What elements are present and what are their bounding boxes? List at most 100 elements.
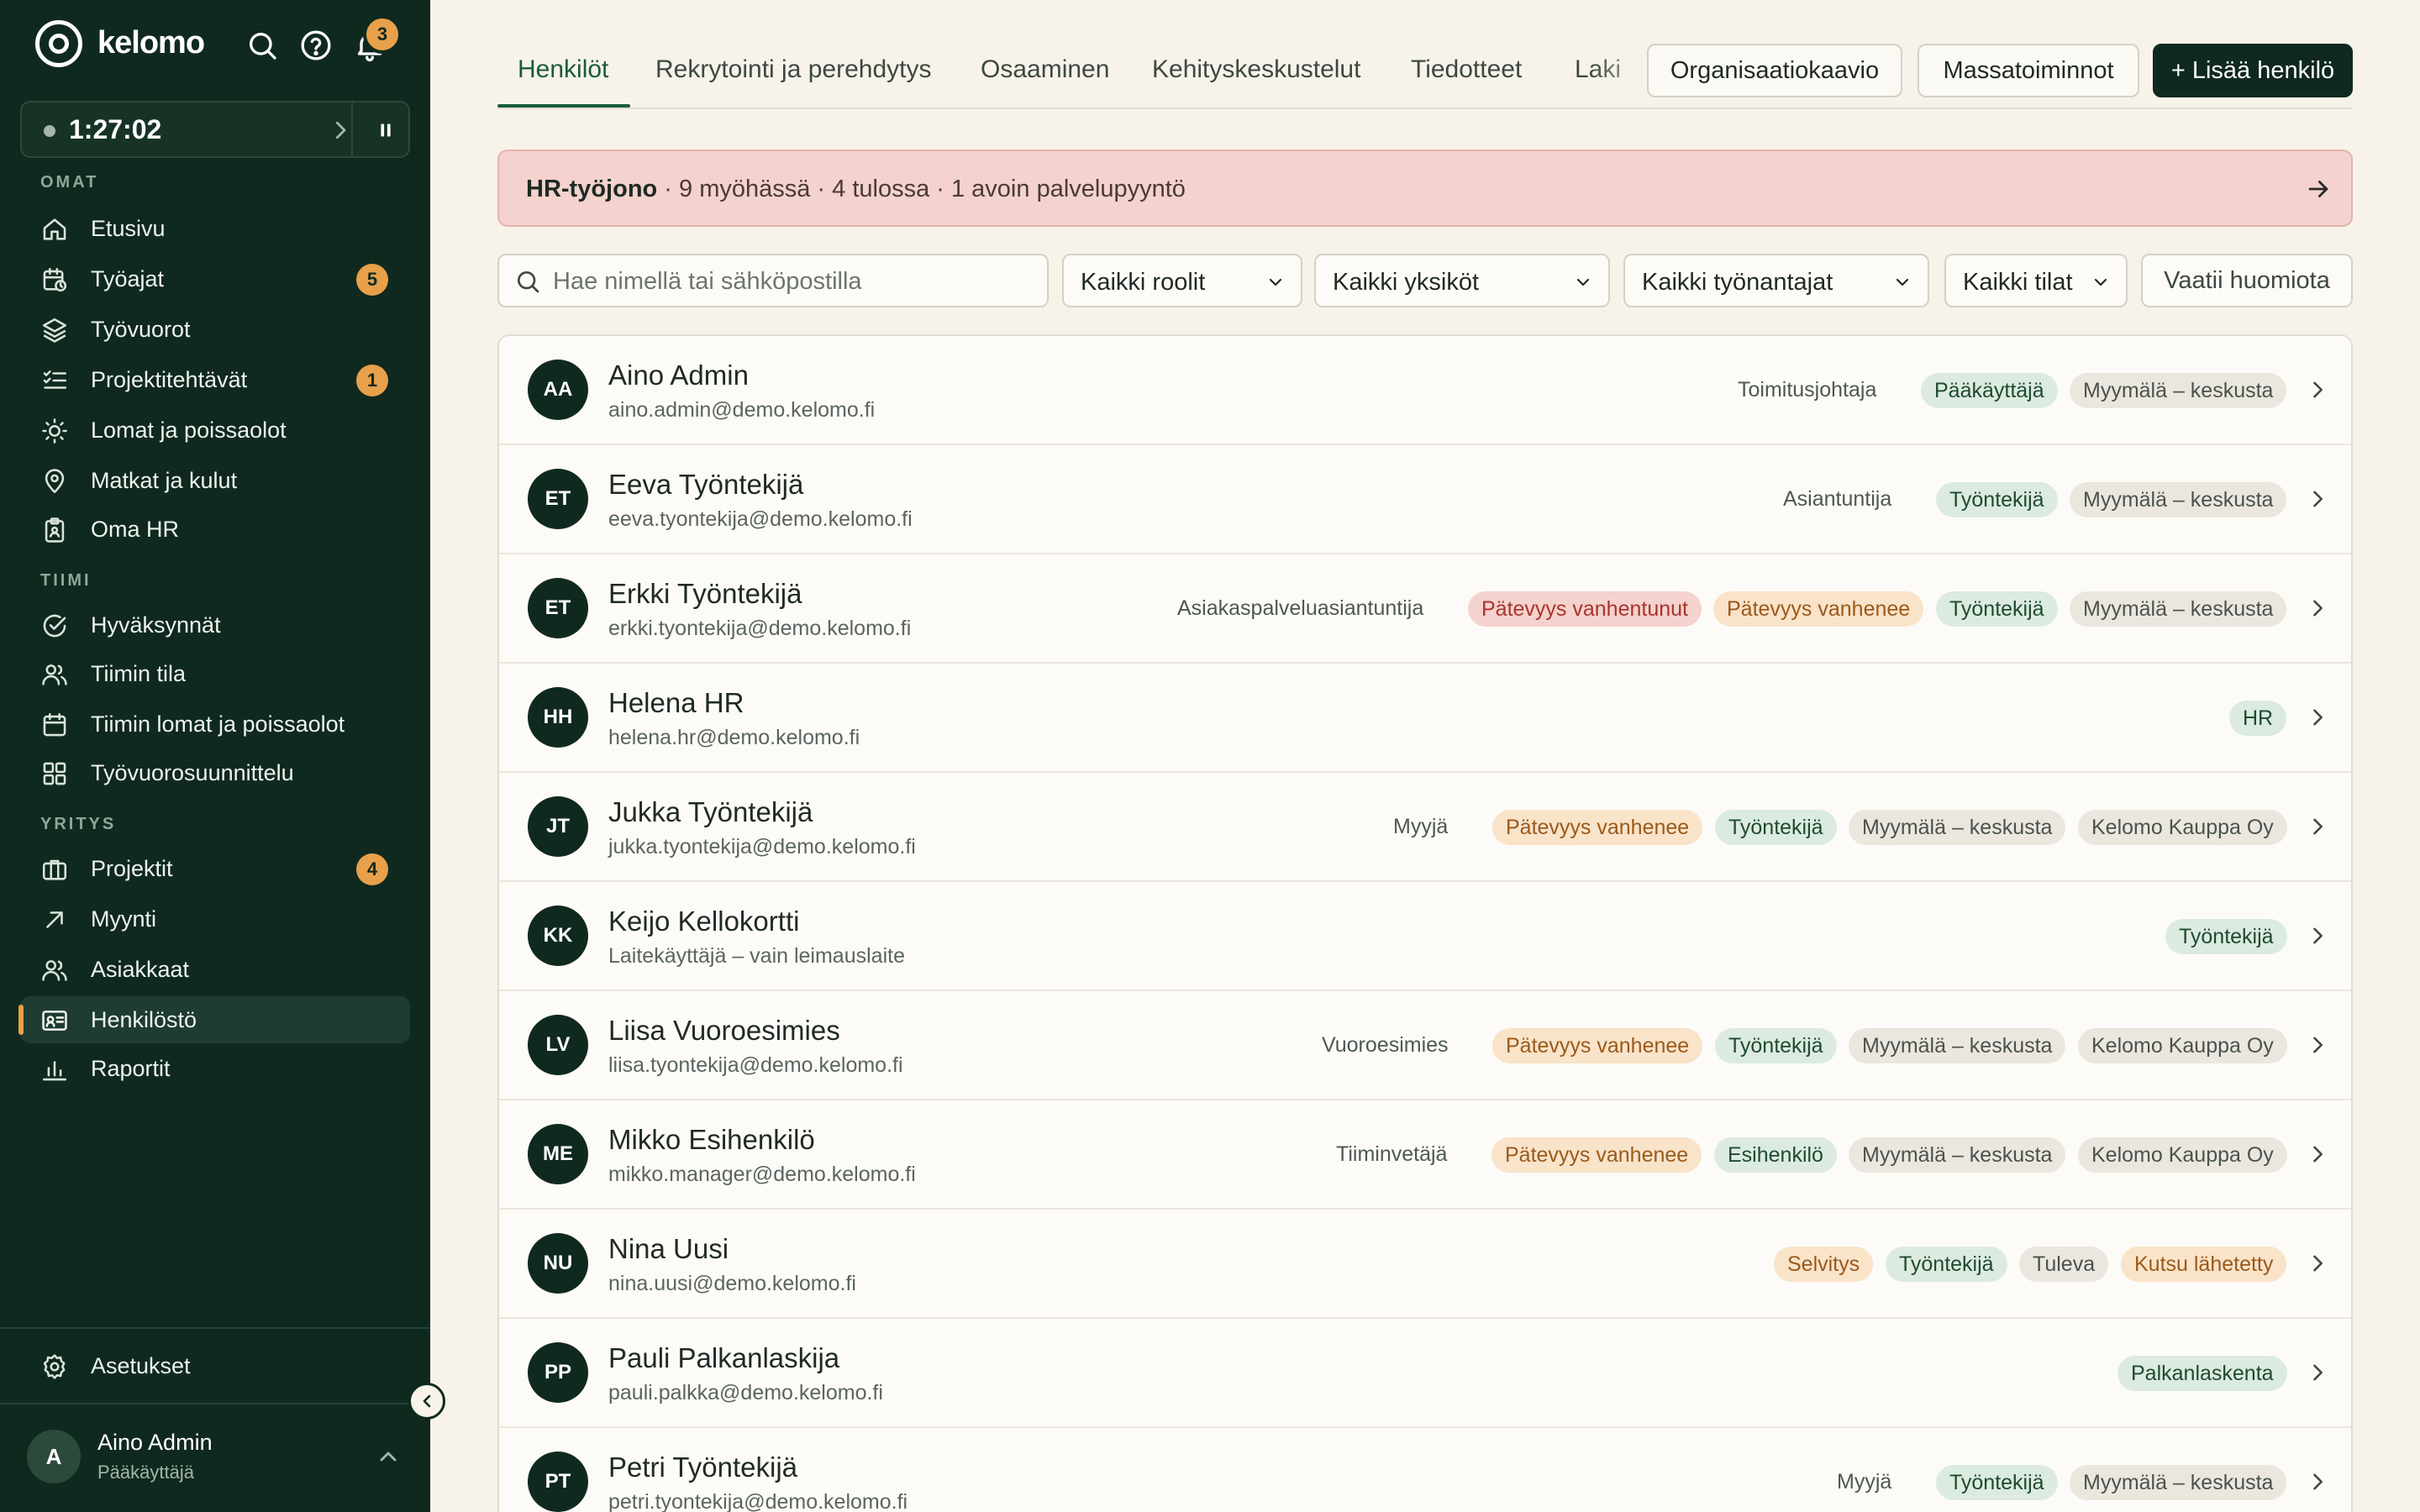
sidebar-item-tyovuorosuunnittelu[interactable]: Työvuorosuunnittelu	[20, 749, 410, 796]
person-name: Eeva Työntekijä	[608, 469, 804, 500]
person-name: Aino Admin	[608, 360, 749, 391]
chevron-right-icon[interactable]	[2306, 1470, 2329, 1494]
help-icon[interactable]	[299, 29, 333, 62]
tab-henkilot[interactable]: Henkilöt	[518, 55, 608, 84]
sidebar-item-henkilosto[interactable]: Henkilöstö	[18, 996, 410, 1043]
bulk-actions-button[interactable]: Massatoiminnot	[1918, 44, 2139, 97]
chevron-right-icon[interactable]	[2306, 1361, 2329, 1384]
sidebar-item-projektit[interactable]: Projektit 4	[20, 845, 410, 892]
hr-queue-banner[interactable]: HR-työjono · 9 myöhässä · 4 tulossa · 1 …	[497, 150, 2353, 227]
sidebar-item-myynti[interactable]: Myynti	[20, 895, 410, 942]
arrow-right-icon[interactable]	[2304, 175, 2333, 203]
status-badge: Selvitys	[1774, 1247, 1874, 1282]
status-badge: Pätevyys vanhenee	[1491, 1137, 1702, 1173]
chevron-right-icon[interactable]	[2306, 1252, 2329, 1275]
notification-badge[interactable]: 3	[363, 15, 402, 54]
chevron-right-icon[interactable]	[2306, 1142, 2329, 1166]
chevron-up-icon[interactable]	[375, 1443, 402, 1470]
user-menu[interactable]: A Aino Admin Pääkäyttäjä	[27, 1428, 413, 1487]
person-job-title: Tiiminvetäjä	[1336, 1142, 1448, 1166]
person-row[interactable]: LV Liisa Vuoroesimies liisa.tyontekija@dem…	[499, 991, 2351, 1100]
chevron-right-icon[interactable]	[328, 118, 353, 143]
sidebar: kelomo 3 1:27:02 OMAT Etusivu Työajat 5	[0, 0, 430, 1512]
status-badge: Pätevyys vanhenee	[1713, 591, 1924, 627]
person-name: Helena HR	[608, 687, 744, 718]
sidebar-item-tiimin-tila[interactable]: Tiimin tila	[20, 650, 410, 697]
chevron-right-icon[interactable]	[2306, 596, 2329, 620]
person-row[interactable]: NU Nina Uusi nina.uusi@demo.kelomo.fi Selvi…	[499, 1210, 2351, 1319]
sidebar-item-asiakkaat[interactable]: Asiakkaat	[20, 946, 410, 993]
sidebar-item-oma-hr[interactable]: Oma HR	[20, 506, 410, 553]
search-field[interactable]	[497, 254, 1049, 307]
hr-queue-summary: HR-työjono · 9 myöhässä · 4 tulossa · 1 …	[526, 176, 1186, 203]
chevron-right-icon[interactable]	[2306, 924, 2329, 948]
person-row[interactable]: JT Jukka Työntekijä jukka.tyontekija@demo.…	[499, 773, 2351, 882]
sidebar-item-tiimin-lomat[interactable]: Tiimin lomat ja poissaolot	[20, 701, 410, 748]
person-email: pauli.palkka@demo.kelomo.fi	[608, 1381, 883, 1404]
sidebar-item-matkat[interactable]: Matkat ja kulut	[20, 457, 410, 504]
tab-tiedotteet[interactable]: Tiedotteet	[1411, 55, 1522, 84]
person-row[interactable]: PP Pauli Palkanlaskija pauli.palkka@demo.k…	[499, 1319, 2351, 1428]
sidebar-item-asetukset[interactable]: Asetukset	[20, 1342, 410, 1389]
sidebar-item-tyovuorot[interactable]: Työvuorot	[20, 306, 410, 353]
states-filter[interactable]: Kaikki tilat	[1944, 254, 2128, 307]
person-row[interactable]: PT Petri Työntekijä petri.tyontekija@demo.…	[499, 1428, 2351, 1512]
calendar-clock-icon	[40, 265, 69, 294]
person-job-title: Myyjä	[1393, 815, 1449, 838]
avatar: PT	[528, 1452, 588, 1512]
sidebar-item-etusivu[interactable]: Etusivu	[20, 205, 410, 252]
sidebar-item-label: Myynti	[91, 906, 157, 932]
tab-kehityskeskustelut[interactable]: Kehityskeskustelut	[1152, 55, 1360, 84]
tab-rekrytointi[interactable]: Rekrytointi ja perehdytys	[655, 55, 931, 84]
chevron-right-icon[interactable]	[2306, 815, 2329, 838]
sun-icon	[40, 417, 69, 445]
sidebar-item-label: Tiimin tila	[91, 661, 187, 686]
sidebar-divider	[0, 1403, 430, 1404]
chevron-right-icon[interactable]	[2306, 487, 2329, 511]
timer-elapsed: 1:27:02	[69, 114, 162, 144]
status-badge: Työntekijä	[1936, 1465, 2058, 1500]
sidebar-item-raportit[interactable]: Raportit	[20, 1045, 410, 1092]
sidebar-item-projektitehtavat[interactable]: Projektitehtävät 1	[20, 356, 410, 403]
org-chart-button[interactable]: Organisaatiokaavio	[1647, 44, 1902, 97]
chevron-right-icon[interactable]	[2306, 706, 2329, 729]
chevron-right-icon[interactable]	[2306, 378, 2329, 402]
chevron-down-icon	[1576, 278, 1590, 286]
add-person-button[interactable]: + Lisää henkilö	[2153, 44, 2353, 97]
chevron-left-icon	[423, 1394, 431, 1408]
sidebar-item-tyoajat[interactable]: Työajat 5	[20, 255, 410, 302]
person-row[interactable]: AA Aino Admin aino.admin@demo.kelomo.fi Pää…	[499, 336, 2351, 445]
units-filter[interactable]: Kaikki yksiköt	[1314, 254, 1610, 307]
tab-osaaminen[interactable]: Osaaminen	[981, 55, 1109, 84]
hr-queue-title: HR-työjono	[526, 176, 658, 202]
needs-attention-button[interactable]: Vaatii huomiota	[2141, 254, 2353, 307]
avatar: PP	[528, 1342, 588, 1403]
person-row[interactable]: ET Erkki Työntekijä erkki.tyontekija@demo.…	[499, 554, 2351, 664]
checklist-icon	[40, 366, 69, 395]
pause-icon[interactable]	[373, 118, 398, 143]
sidebar-item-label: Työvuorot	[91, 317, 191, 342]
kelomo-logo-icon[interactable]	[35, 20, 82, 67]
chevron-right-icon[interactable]	[2306, 1033, 2329, 1057]
person-row[interactable]: ET Eeva Työntekijä eeva.tyontekija@demo.ke…	[499, 445, 2351, 554]
person-name: Liisa Vuoroesimies	[608, 1015, 840, 1046]
person-row[interactable]: ME Mikko Esihenkilö mikko.manager@demo.kel…	[499, 1100, 2351, 1210]
brand-name[interactable]: kelomo	[97, 25, 205, 61]
section-label-tiimi: TIIMI	[40, 571, 92, 590]
status-badge: Myymälä – keskusta	[2070, 482, 2287, 517]
person-row[interactable]: HH Helena HR helena.hr@demo.kelomo.fi HR	[499, 664, 2351, 773]
sidebar-item-hyvaksynnat[interactable]: Hyväksynnät	[20, 601, 410, 648]
time-tracker[interactable]: 1:27:02	[20, 101, 410, 158]
employers-filter[interactable]: Kaikki työnantajat	[1623, 254, 1929, 307]
avatar: HH	[528, 687, 588, 748]
sidebar-item-lomat[interactable]: Lomat ja poissaolot	[20, 407, 410, 454]
person-row[interactable]: KK Keijo Kellokortti Laitekäyttäjä – vain …	[499, 882, 2351, 991]
search-input[interactable]	[553, 262, 1032, 301]
person-email: mikko.manager@demo.kelomo.fi	[608, 1163, 916, 1186]
roles-filter[interactable]: Kaikki roolit	[1062, 254, 1302, 307]
timer-status-dot	[44, 125, 55, 137]
briefcase-icon	[40, 855, 69, 884]
search-icon[interactable]	[245, 29, 279, 62]
collapse-sidebar-button[interactable]	[408, 1383, 445, 1420]
id-card-icon	[40, 1006, 69, 1035]
